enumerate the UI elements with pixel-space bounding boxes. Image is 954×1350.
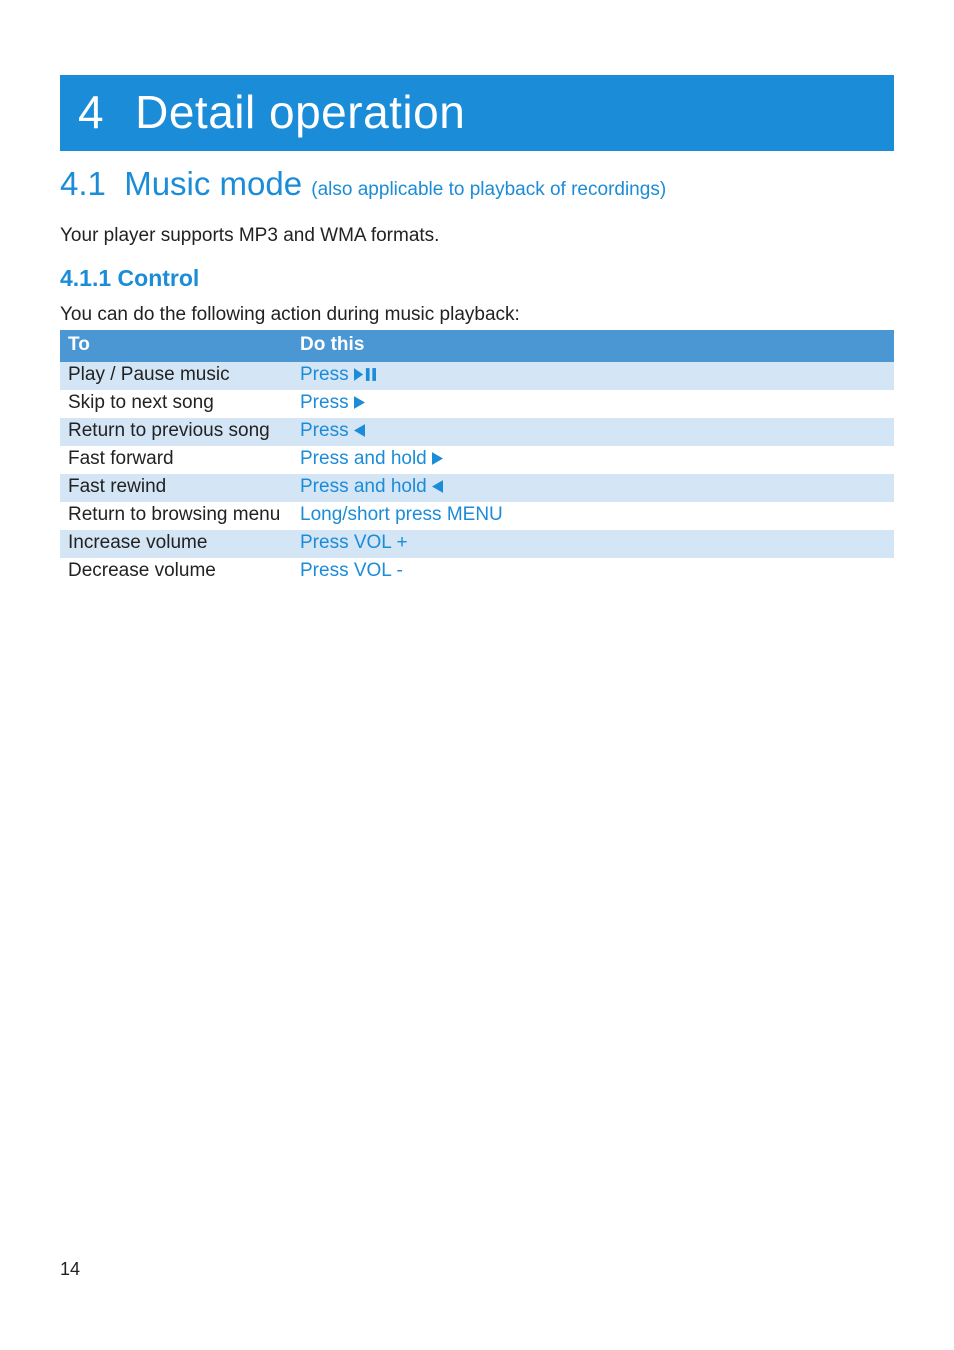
table-cell-do: Press VOL - — [292, 558, 894, 586]
table-cell-do: Press — [292, 418, 894, 446]
table-intro: You can do the following action during m… — [60, 304, 894, 326]
chapter-title: Detail operation — [109, 86, 466, 138]
table-cell-do: Press — [292, 390, 894, 418]
table-cell-do: Press — [292, 362, 894, 390]
table-row: Increase volumePress VOL + — [60, 530, 894, 558]
table-cell-to: Return to previous song — [60, 418, 292, 446]
subsection-number: 4.1.1 — [60, 265, 111, 291]
control-table: To Do this Play / Pause musicPress Skip … — [60, 330, 894, 586]
table-cell-to: Fast rewind — [60, 474, 292, 502]
left-arrow-icon — [432, 480, 443, 493]
table-header-do: Do this — [292, 330, 894, 362]
section-heading: 4.1 Music mode (also applicable to playb… — [60, 165, 894, 203]
chapter-number: 4 — [78, 86, 104, 138]
play-pause-icon — [354, 368, 376, 381]
chapter-header: 4 Detail operation — [60, 75, 894, 151]
section-subtitle: (also applicable to playback of recordin… — [311, 179, 666, 200]
table-cell-to: Skip to next song — [60, 390, 292, 418]
table-row: Play / Pause musicPress — [60, 362, 894, 390]
table-cell-to: Return to browsing menu — [60, 502, 292, 530]
table-row: Fast forwardPress and hold — [60, 446, 894, 474]
right-arrow-icon — [354, 396, 365, 409]
table-cell-do: Long/short press MENU — [292, 502, 894, 530]
section-number: 4.1 — [60, 165, 106, 202]
left-arrow-icon — [354, 424, 365, 437]
table-cell-do: Press and hold — [292, 446, 894, 474]
table-row: Return to browsing menuLong/short press … — [60, 502, 894, 530]
right-arrow-icon — [432, 452, 443, 465]
table-cell-to: Increase volume — [60, 530, 292, 558]
table-cell-to: Play / Pause music — [60, 362, 292, 390]
table-cell-do: Press VOL + — [292, 530, 894, 558]
table-cell-do: Press and hold — [292, 474, 894, 502]
intro-text: Your player supports MP3 and WMA formats… — [60, 225, 894, 247]
table-header-to: To — [60, 330, 292, 362]
subsection-heading: 4.1.1 Control — [60, 265, 894, 292]
table-row: Decrease volumePress VOL - — [60, 558, 894, 586]
table-header-row: To Do this — [60, 330, 894, 362]
table-row: Fast rewindPress and hold — [60, 474, 894, 502]
table-row: Return to previous songPress — [60, 418, 894, 446]
subsection-title: Control — [118, 265, 200, 291]
page-number: 14 — [60, 1259, 80, 1280]
table-row: Skip to next songPress — [60, 390, 894, 418]
table-cell-to: Fast forward — [60, 446, 292, 474]
section-title: Music mode — [124, 165, 302, 202]
table-cell-to: Decrease volume — [60, 558, 292, 586]
